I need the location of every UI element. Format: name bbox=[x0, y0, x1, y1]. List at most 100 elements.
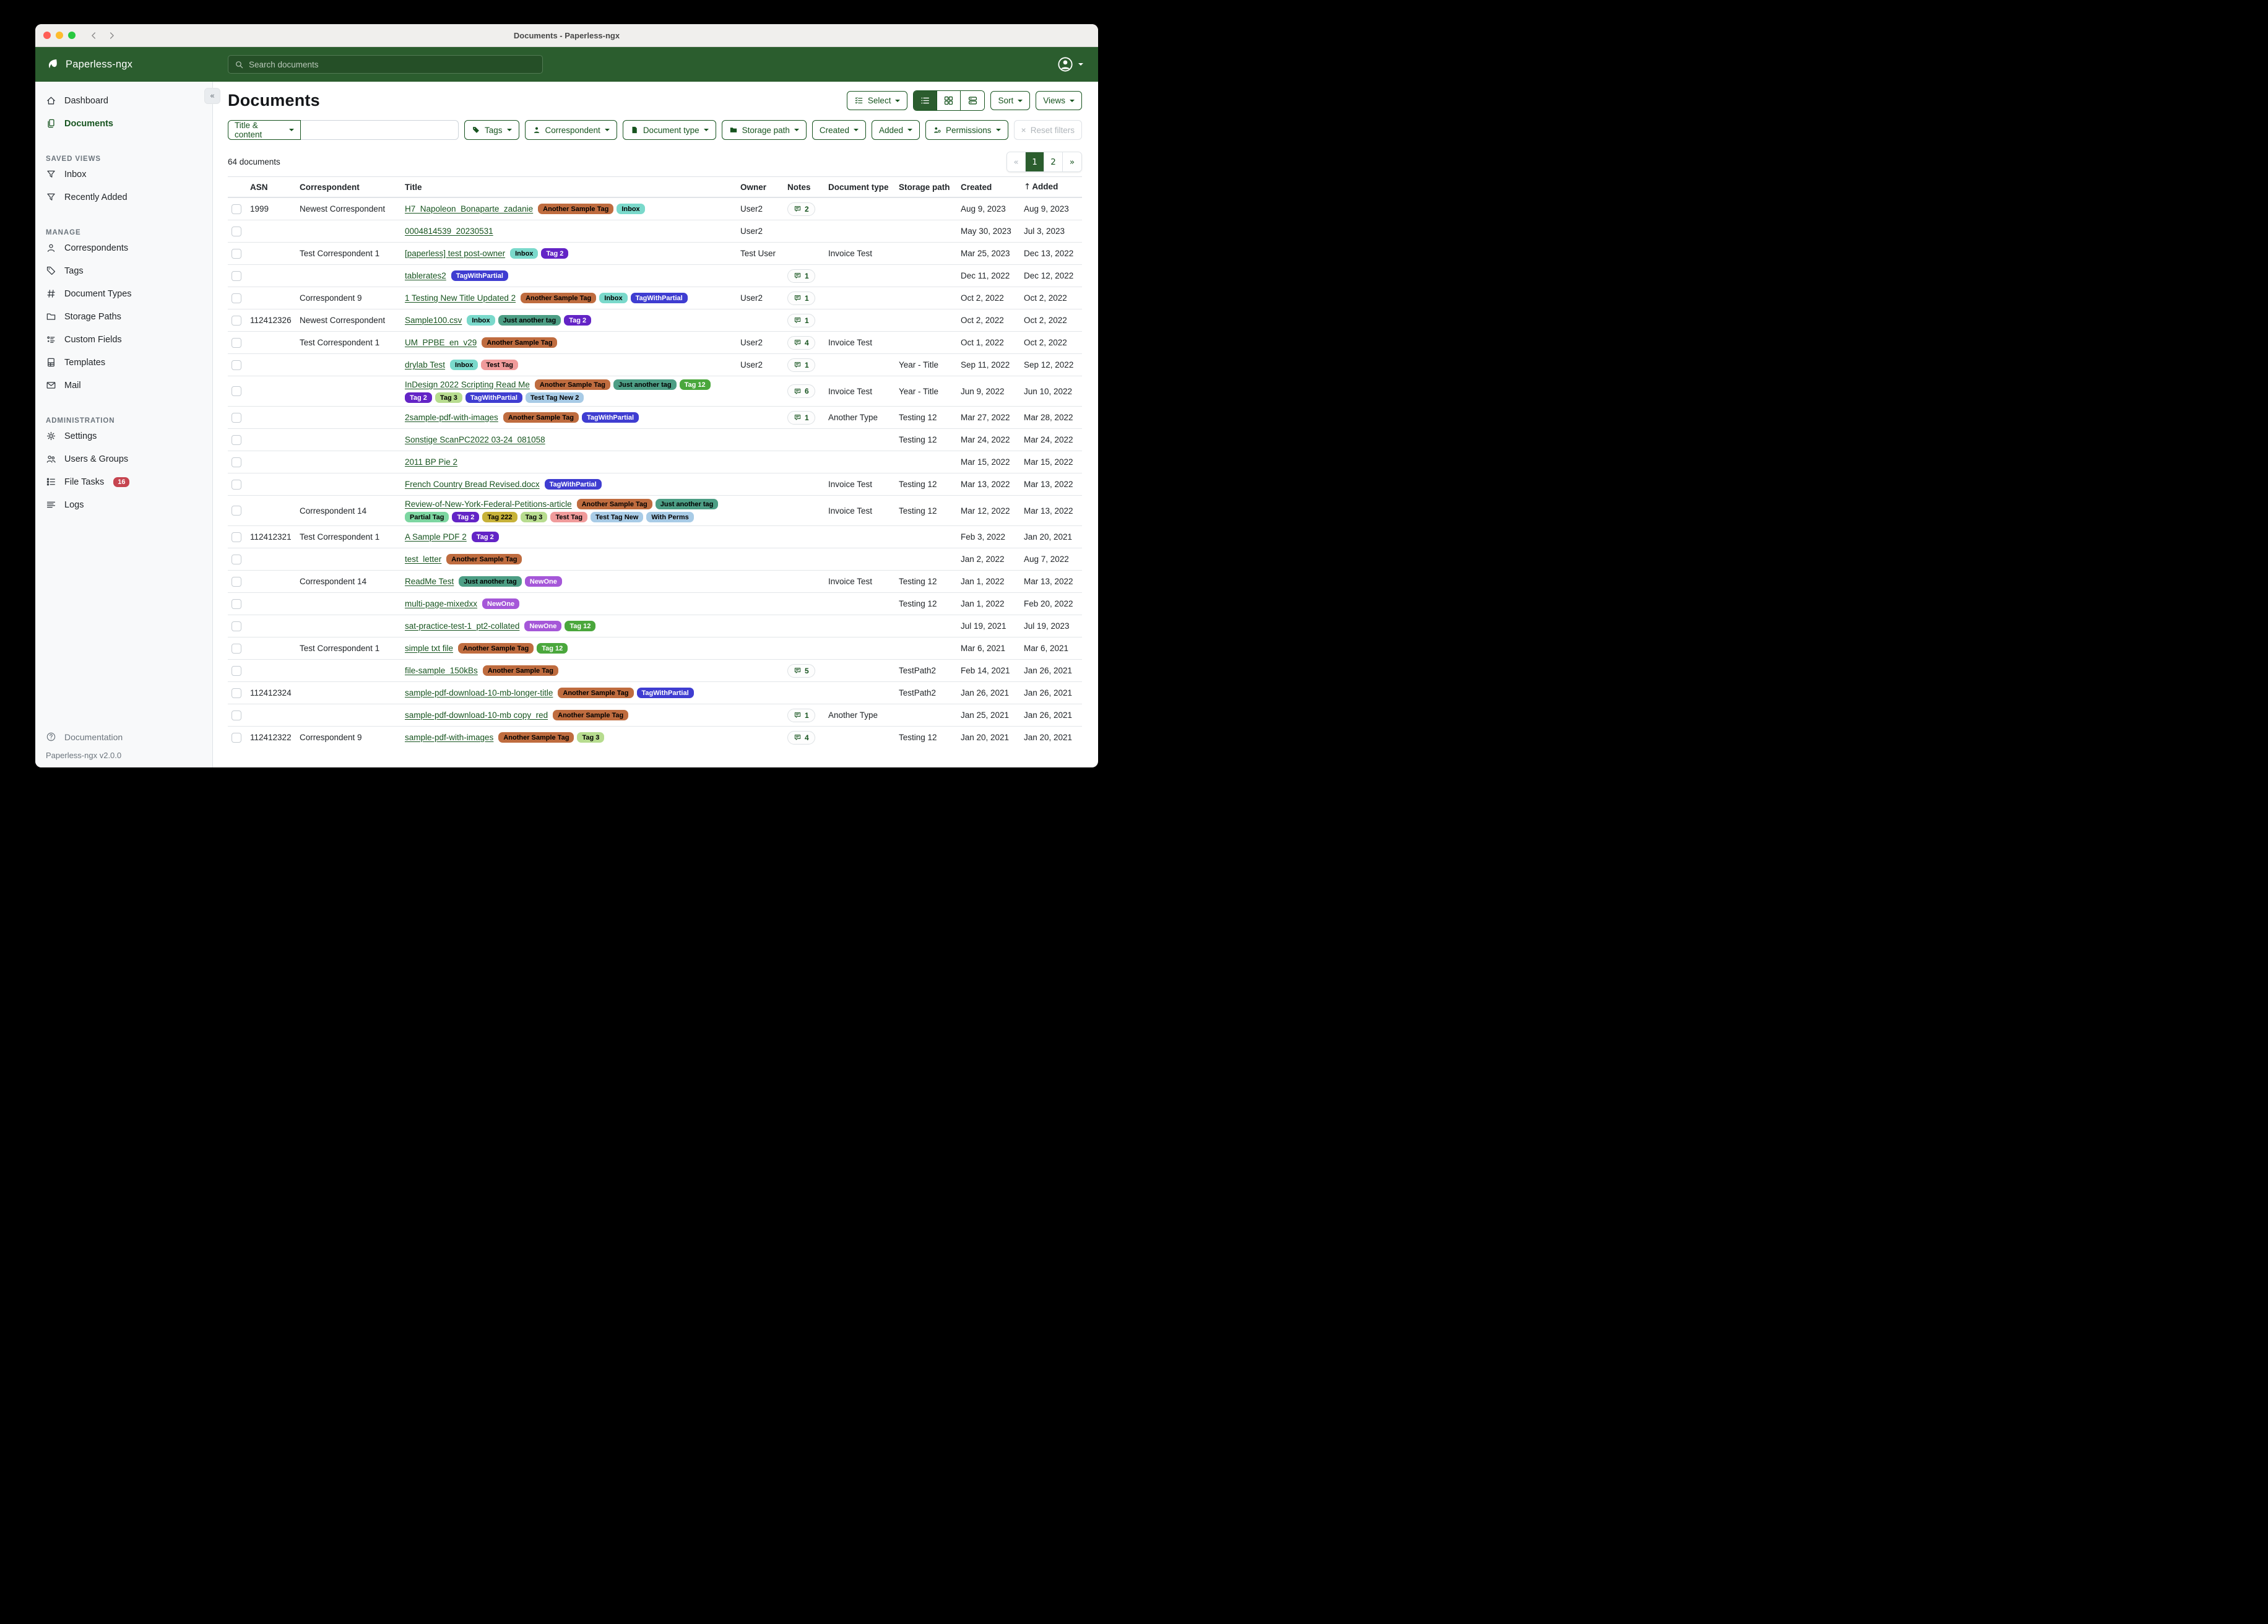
tag-chip[interactable]: Tag 2 bbox=[564, 315, 591, 326]
tag-chip[interactable]: TagWithPartial bbox=[545, 479, 602, 490]
cell-doctype[interactable]: Invoice Test bbox=[828, 506, 899, 516]
document-link[interactable]: tablerates2 bbox=[405, 271, 446, 280]
col-notes[interactable]: Notes bbox=[787, 183, 828, 192]
document-link[interactable]: sample-pdf-download-10-mb-longer-title bbox=[405, 688, 553, 698]
sidebar-item-logs[interactable]: Logs bbox=[35, 493, 212, 516]
notes-badge[interactable]: 4 bbox=[787, 731, 815, 745]
sidebar-item-mail[interactable]: Mail bbox=[35, 374, 212, 397]
tag-chip[interactable]: Just another tag bbox=[613, 379, 677, 390]
cell-storage[interactable]: TestPath2 bbox=[899, 666, 961, 675]
tag-chip[interactable]: TagWithPartial bbox=[451, 270, 508, 281]
tag-chip[interactable]: Another Sample Tag bbox=[521, 293, 596, 303]
sidebar-collapse-button[interactable]: « bbox=[204, 88, 220, 104]
row-checkbox[interactable] bbox=[232, 555, 241, 564]
page-button-1[interactable]: 1 bbox=[1026, 152, 1044, 171]
document-link[interactable]: [paperless] test post-owner bbox=[405, 249, 505, 258]
cell-correspondent[interactable]: Test Correspondent 1 bbox=[300, 532, 405, 542]
detail-view-button[interactable] bbox=[961, 91, 984, 110]
title-content-dropdown[interactable]: Title & content bbox=[228, 120, 301, 140]
cell-doctype[interactable]: Invoice Test bbox=[828, 577, 899, 586]
document-link[interactable]: French Country Bread Revised.docx bbox=[405, 480, 540, 489]
tag-chip[interactable]: Test Tag bbox=[481, 360, 518, 370]
document-link[interactable]: Sonstige ScanPC2022 03-24_081058 bbox=[405, 435, 545, 444]
tag-chip[interactable]: Partial Tag bbox=[405, 512, 449, 522]
sidebar-item-storage-paths[interactable]: Storage Paths bbox=[35, 305, 212, 328]
document-link[interactable]: InDesign 2022 Scripting Read Me bbox=[405, 380, 530, 389]
list-view-button[interactable] bbox=[914, 91, 937, 110]
notes-badge[interactable]: 2 bbox=[787, 202, 815, 216]
notes-badge[interactable]: 4 bbox=[787, 336, 815, 350]
sidebar-item-users-groups[interactable]: Users & Groups bbox=[35, 447, 212, 470]
close-button[interactable] bbox=[43, 32, 51, 39]
col-title[interactable]: Title bbox=[405, 183, 740, 192]
views-button[interactable]: Views bbox=[1036, 91, 1082, 110]
tag-chip[interactable]: Tag 12 bbox=[565, 621, 595, 631]
tag-chip[interactable]: Test Tag bbox=[550, 512, 587, 522]
tag-chip[interactable]: NewOne bbox=[525, 576, 562, 587]
tag-chip[interactable]: Tag 2 bbox=[541, 248, 568, 259]
row-checkbox[interactable] bbox=[232, 457, 241, 467]
notes-badge[interactable]: 1 bbox=[787, 292, 815, 305]
tag-chip[interactable]: Tag 222 bbox=[482, 512, 517, 522]
tag-chip[interactable]: With Perms bbox=[646, 512, 693, 522]
cell-storage[interactable]: TestPath2 bbox=[899, 688, 961, 698]
tag-chip[interactable]: Tag 2 bbox=[405, 392, 432, 403]
tag-chip[interactable]: Just another tag bbox=[498, 315, 561, 326]
tag-chip[interactable]: Another Sample Tag bbox=[458, 643, 534, 654]
tag-chip[interactable]: TagWithPartial bbox=[582, 412, 639, 423]
document-link[interactable]: sample-pdf-with-images bbox=[405, 733, 493, 742]
row-checkbox[interactable] bbox=[232, 710, 241, 720]
tag-chip[interactable]: Test Tag New bbox=[591, 512, 643, 522]
cell-correspondent[interactable]: Newest Correspondent bbox=[300, 316, 405, 325]
cell-correspondent[interactable]: Newest Correspondent bbox=[300, 204, 405, 214]
filter-tags-button[interactable]: Tags bbox=[464, 120, 519, 140]
sidebar-item-file-tasks[interactable]: File Tasks16 bbox=[35, 470, 212, 493]
sidebar-item-custom-fields[interactable]: Custom Fields bbox=[35, 328, 212, 351]
document-link[interactable]: sat-practice-test-1_pt2-collated bbox=[405, 621, 519, 631]
filter-storage-path-button[interactable]: Storage path bbox=[722, 120, 807, 140]
col-correspondent[interactable]: Correspondent bbox=[300, 183, 405, 192]
page-button-»[interactable]: » bbox=[1063, 152, 1081, 171]
page-button-«[interactable]: « bbox=[1007, 152, 1026, 171]
zoom-button[interactable] bbox=[68, 32, 76, 39]
tag-chip[interactable]: Tag 12 bbox=[680, 379, 711, 390]
col-added[interactable]: ↑Added bbox=[1024, 182, 1082, 192]
row-checkbox[interactable] bbox=[232, 293, 241, 303]
row-checkbox[interactable] bbox=[232, 413, 241, 423]
filter-correspondent-button[interactable]: Correspondent bbox=[525, 120, 617, 140]
grid-view-button[interactable] bbox=[937, 91, 961, 110]
tag-chip[interactable]: TagWithPartial bbox=[637, 688, 694, 698]
row-checkbox[interactable] bbox=[232, 360, 241, 370]
tag-chip[interactable]: Another Sample Tag bbox=[482, 337, 557, 348]
document-link[interactable]: drylab Test bbox=[405, 360, 445, 369]
document-link[interactable]: 2011 BP Pie 2 bbox=[405, 457, 457, 467]
document-link[interactable]: 1 Testing New Title Updated 2 bbox=[405, 293, 516, 303]
row-checkbox[interactable] bbox=[232, 621, 241, 631]
row-checkbox[interactable] bbox=[232, 204, 241, 214]
row-checkbox[interactable] bbox=[232, 435, 241, 445]
tag-chip[interactable]: Inbox bbox=[617, 204, 644, 214]
col-owner[interactable]: Owner bbox=[740, 183, 787, 192]
sidebar-item-recently-added[interactable]: Recently Added bbox=[35, 186, 212, 209]
back-button[interactable] bbox=[89, 31, 98, 40]
sidebar-item-documents[interactable]: Documents bbox=[35, 112, 212, 135]
notes-badge[interactable]: 1 bbox=[787, 709, 815, 722]
tag-chip[interactable]: TagWithPartial bbox=[465, 392, 522, 403]
document-link[interactable]: simple txt file bbox=[405, 644, 453, 653]
cell-storage[interactable]: Testing 12 bbox=[899, 435, 961, 444]
document-link[interactable]: 2sample-pdf-with-images bbox=[405, 413, 498, 422]
notes-badge[interactable]: 1 bbox=[787, 358, 815, 372]
row-checkbox[interactable] bbox=[232, 688, 241, 698]
cell-storage[interactable]: Year - Title bbox=[899, 360, 961, 369]
tag-chip[interactable]: TagWithPartial bbox=[631, 293, 688, 303]
notes-badge[interactable]: 6 bbox=[787, 384, 815, 398]
cell-storage[interactable]: Testing 12 bbox=[899, 733, 961, 742]
filter-created-button[interactable]: Created bbox=[812, 120, 866, 140]
document-link[interactable]: A Sample PDF 2 bbox=[405, 532, 467, 542]
row-checkbox[interactable] bbox=[232, 577, 241, 587]
tag-chip[interactable]: Another Sample Tag bbox=[538, 204, 613, 214]
document-link[interactable]: H7_Napoleon_Bonaparte_zadanie bbox=[405, 204, 533, 214]
sidebar-item-inbox[interactable]: Inbox bbox=[35, 163, 212, 186]
document-link[interactable]: test_letter bbox=[405, 555, 441, 564]
tag-chip[interactable]: Just another tag bbox=[656, 499, 719, 509]
